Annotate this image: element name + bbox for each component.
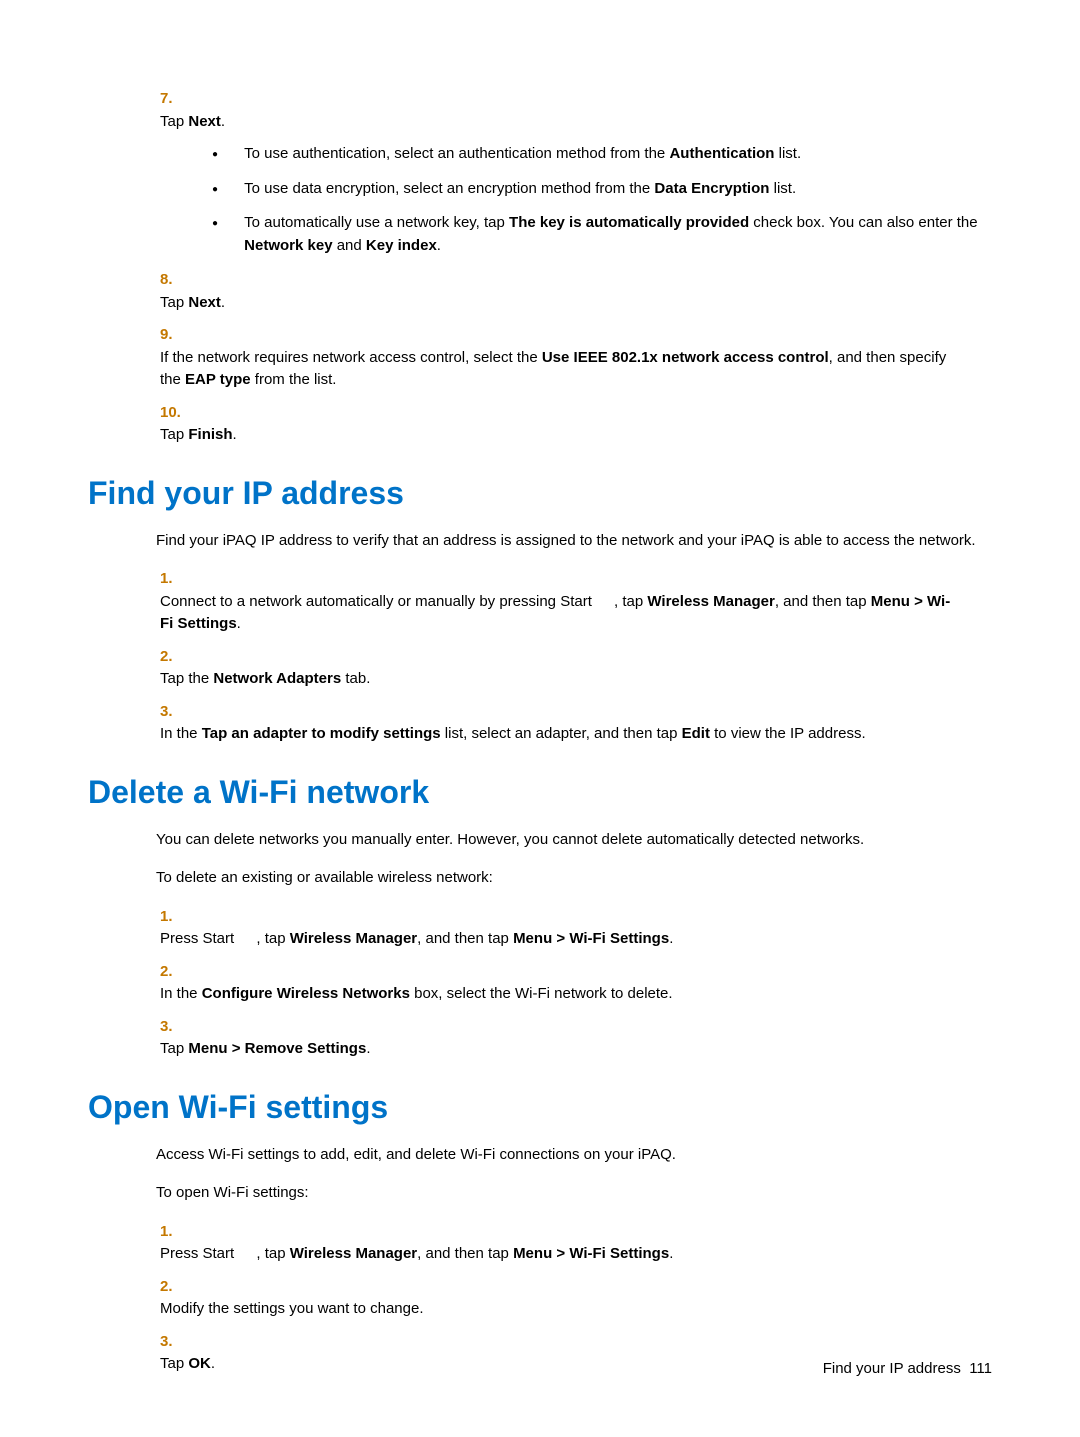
- step-number: 10.: [160, 402, 188, 425]
- bullet-icon: ●: [212, 143, 240, 162]
- bullet-icon: ●: [212, 178, 240, 197]
- step-text: Tap the Network Adapters tab.: [160, 668, 960, 691]
- step-number: 2.: [160, 646, 188, 669]
- step-2: 2. In the Configure Wireless Networks bo…: [156, 961, 992, 1006]
- step-number: 1.: [160, 568, 188, 591]
- step-number: 8.: [160, 269, 188, 292]
- heading-open-wifi: Open Wi-Fi settings: [88, 1089, 992, 1126]
- paragraph: Find your iPAQ IP address to verify that…: [156, 530, 992, 553]
- bullet-3: ● To automatically use a network key, ta…: [212, 212, 992, 257]
- steps-find-ip: 1. Connect to a network automatically or…: [156, 568, 992, 746]
- step-number: 3.: [160, 701, 188, 724]
- steps-delete-wifi: 1. Press Start , tap Wireless Manager, a…: [156, 906, 992, 1061]
- step-7: 7. Tap Next.: [156, 88, 992, 133]
- step-text: In the Tap an adapter to modify settings…: [160, 723, 960, 746]
- page-footer: Find your IP address 111: [823, 1360, 992, 1377]
- footer-section: Find your IP address: [823, 1360, 961, 1377]
- step-number: 2.: [160, 1276, 188, 1299]
- heading-find-ip: Find your IP address: [88, 475, 992, 512]
- step-text: If the network requires network access c…: [160, 347, 960, 392]
- step-3: 3. In the Tap an adapter to modify setti…: [156, 701, 992, 746]
- start-icon: [238, 932, 256, 946]
- step-number: 1.: [160, 1221, 188, 1244]
- page-number: 111: [969, 1360, 992, 1377]
- heading-delete-wifi: Delete a Wi-Fi network: [88, 774, 992, 811]
- step-number: 2.: [160, 961, 188, 984]
- step-2: 2. Modify the settings you want to chang…: [156, 1276, 992, 1321]
- start-icon: [238, 1247, 256, 1261]
- bullet-2: ● To use data encryption, select an encr…: [212, 178, 992, 201]
- step-2: 2. Tap the Network Adapters tab.: [156, 646, 992, 691]
- bullet-text: To use authentication, select an authent…: [244, 143, 984, 166]
- step-10: 10. Tap Finish.: [156, 402, 992, 447]
- bullet-text: To use data encryption, select an encryp…: [244, 178, 984, 201]
- paragraph: You can delete networks you manually ent…: [156, 829, 992, 852]
- step-text: In the Configure Wireless Networks box, …: [160, 983, 960, 1006]
- step-text: Tap Next.: [160, 292, 960, 315]
- start-icon: [596, 595, 614, 609]
- paragraph: To delete an existing or available wirel…: [156, 867, 992, 890]
- step-number: 3.: [160, 1016, 188, 1039]
- step-number: 9.: [160, 324, 188, 347]
- steps-open-wifi: 1. Press Start , tap Wireless Manager, a…: [156, 1221, 992, 1376]
- steps-continued: 7. Tap Next. ● To use authentication, se…: [156, 88, 992, 447]
- step-1: 1. Connect to a network automatically or…: [156, 568, 992, 636]
- paragraph: To open Wi-Fi settings:: [156, 1182, 992, 1205]
- step-number: 3.: [160, 1331, 188, 1354]
- bullet-text: To automatically use a network key, tap …: [244, 212, 984, 257]
- step-1: 1. Press Start , tap Wireless Manager, a…: [156, 906, 992, 951]
- paragraph: Access Wi-Fi settings to add, edit, and …: [156, 1144, 992, 1167]
- step-text: Modify the settings you want to change.: [160, 1298, 960, 1321]
- step-number: 1.: [160, 906, 188, 929]
- step-3: 3. Tap Menu > Remove Settings.: [156, 1016, 992, 1061]
- step-text: Press Start , tap Wireless Manager, and …: [160, 1243, 960, 1266]
- step-1: 1. Press Start , tap Wireless Manager, a…: [156, 1221, 992, 1266]
- bullet-1: ● To use authentication, select an authe…: [212, 143, 992, 166]
- step-text: Connect to a network automatically or ma…: [160, 591, 960, 636]
- step-text: Tap Menu > Remove Settings.: [160, 1038, 960, 1061]
- step-8: 8. Tap Next.: [156, 269, 992, 314]
- bullet-icon: ●: [212, 212, 240, 231]
- step-text: Tap Finish.: [160, 424, 960, 447]
- step-9: 9. If the network requires network acces…: [156, 324, 992, 392]
- step-number: 7.: [160, 88, 188, 111]
- step-text: Tap Next.: [160, 111, 960, 134]
- step-text: Press Start , tap Wireless Manager, and …: [160, 928, 960, 951]
